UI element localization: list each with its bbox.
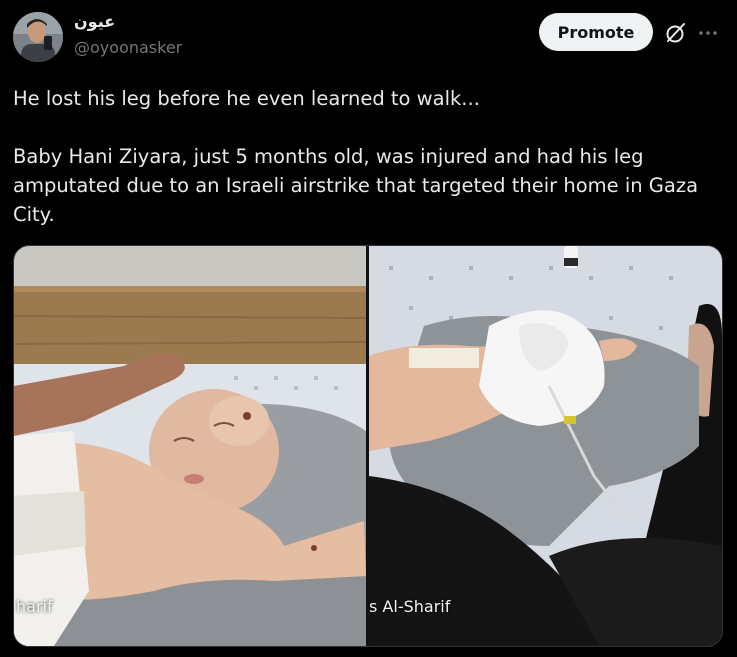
photo-left-caption: harif bbox=[16, 597, 53, 616]
post-text-paragraph: Baby Hani Ziyara, just 5 months old, was… bbox=[13, 145, 699, 226]
avatar-image bbox=[13, 12, 63, 62]
avatar[interactable] bbox=[13, 12, 63, 62]
promote-button[interactable]: Promote bbox=[539, 13, 653, 51]
photo-right-caption: s Al-Sharif bbox=[369, 597, 451, 616]
photo-left-image bbox=[14, 246, 366, 646]
author-handle[interactable]: @oyoonasker bbox=[74, 38, 182, 58]
grok-icon[interactable] bbox=[664, 21, 688, 45]
photo-right[interactable]: s Al-Sharif bbox=[369, 246, 722, 646]
more-dots-icon[interactable] bbox=[697, 22, 719, 44]
author-name[interactable]: عيون bbox=[74, 12, 115, 32]
photo-left[interactable]: harif bbox=[14, 246, 366, 646]
post-text-line1: He lost his leg before he even learned t… bbox=[13, 87, 480, 110]
photo-right-image bbox=[369, 246, 722, 646]
tweet: عيون @oyoonasker Promote He lost his leg… bbox=[0, 0, 737, 657]
media-grid: harif s Al-Sharif bbox=[13, 245, 723, 647]
